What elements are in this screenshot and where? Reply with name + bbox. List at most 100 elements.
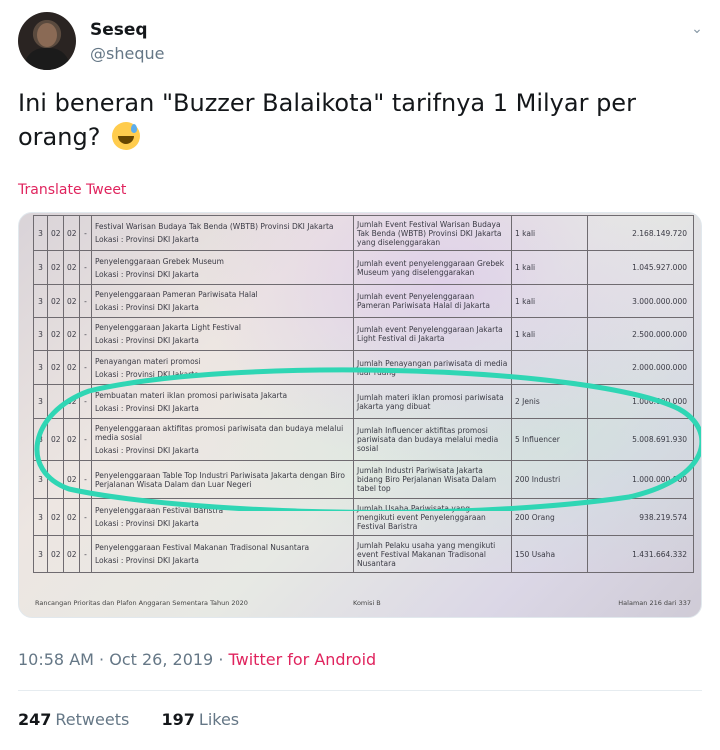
indicator-cell: Jumlah event penyelenggaraan Grebek Muse… (353, 250, 512, 285)
program-cell: Penyelenggaraan Grebek Museum Lokasi : Pr… (91, 250, 354, 285)
indicator-cell: Jumlah Industri Pariwisata Jakarta bidan… (353, 460, 512, 499)
retweets-stat[interactable]: 247 Retweets (18, 710, 129, 729)
program-location: Lokasi : Provinsi DKI Jakarta (95, 303, 199, 312)
program-cell: Penyelenggaraan aktifitas promosi pariwi… (91, 418, 354, 461)
avatar[interactable] (18, 12, 76, 70)
footer-page: Halaman 216 dari 337 (618, 599, 691, 607)
program-name: Penyelenggaraan Festival Baristra (95, 506, 224, 515)
code-cell: 02 (63, 535, 80, 573)
code-cell: - (79, 460, 92, 499)
program-name: Penyelenggaraan Festival Makanan Tradiso… (95, 543, 310, 552)
tweet-meta: 10:58 AM · Oct 26, 2019 · Twitter for An… (18, 650, 376, 669)
code-cell: 02 (63, 317, 80, 351)
amount-cell: 5.008.691.930 (587, 418, 694, 461)
code-cell: 02 (47, 535, 64, 573)
target-cell: 200 Industri (511, 460, 588, 499)
code-cell: 02 (63, 250, 80, 285)
sweat-smile-emoji-icon (112, 122, 141, 150)
display-name[interactable]: Seseq (90, 20, 148, 40)
tweet-stats: 247 Retweets 197 Likes (18, 710, 239, 729)
table-row: 3 02 02- Penayangan materi promosi Lokasi : … (33, 350, 694, 385)
code-cell: 02 (47, 350, 64, 385)
table-row: 3 02 02- Penyelenggaraan Festival Baristra L… (33, 498, 694, 536)
code-cell: - (79, 350, 92, 385)
indicator-cell: Jumlah Usaha Pariwisata yang mengikuti e… (353, 498, 512, 536)
program-name: Penyelenggaraan Grebek Museum (95, 256, 224, 266)
code-cell (47, 460, 64, 499)
retweets-label: Retweets (55, 710, 130, 729)
code-cell: - (79, 215, 92, 251)
translate-tweet-link[interactable]: Translate Tweet (18, 182, 126, 198)
tweet-body: Ini beneran "Buzzer Balaikota" tarifnya … (18, 89, 636, 151)
tweet-photo[interactable]: 3 02 02- Festival Warisan Budaya Tak Benda … (18, 212, 702, 618)
divider (18, 690, 702, 691)
target-cell: 1 kali (511, 284, 588, 318)
code-cell: - (79, 498, 92, 536)
amount-cell: 1.000.000.000 (587, 460, 694, 499)
code-cell: 02 (47, 498, 64, 536)
program-name: Festival Warisan Budaya Tak Benda (WBTB)… (95, 222, 334, 231)
program-name: Penyelenggaraan Pameran Pariwisata Halal (95, 290, 258, 299)
code-cell: 3 (33, 418, 48, 461)
indicator-cell: Jumlah Pelaku usaha yang mengikuti event… (353, 535, 512, 573)
program-location: Lokasi : Provinsi DKI Jakarta (95, 369, 199, 379)
target-cell: 1 kali (511, 215, 588, 251)
amount-cell: 1.045.927.000 (587, 250, 694, 285)
indicator-cell: Jumlah Influencer aktifitas promosi pari… (353, 418, 512, 461)
tweet-text: Ini beneran "Buzzer Balaikota" tarifnya … (18, 86, 698, 154)
chevron-down-icon[interactable]: ⌄ (686, 18, 708, 40)
target-cell: 200 Orang (511, 498, 588, 536)
code-cell: 3 (33, 250, 48, 285)
code-cell: 3 (33, 317, 48, 351)
indicator-cell: Jumlah Penayangan pariwisata di media lu… (353, 350, 512, 385)
code-cell: - (79, 284, 92, 318)
code-cell: 02 (47, 284, 64, 318)
avatar-face (37, 23, 57, 47)
code-cell: 02 (63, 384, 80, 419)
indicator-cell: Jumlah materi iklan promosi pariwisata J… (353, 384, 512, 419)
program-location: Lokasi : Provinsi DKI Jakarta (95, 556, 199, 565)
footer-commission: Komisi B (353, 599, 381, 607)
indicator-cell: Jumlah event Penyelenggaraan Pameran Par… (353, 284, 512, 318)
target-cell (511, 350, 588, 385)
table-row: 3 02 02- Penyelenggaraan Festival Makanan T… (33, 535, 694, 573)
target-cell: 1 kali (511, 317, 588, 351)
program-cell: Penayangan materi promosi Lokasi : Provin… (91, 350, 354, 385)
likes-stat[interactable]: 197 Likes (162, 710, 240, 729)
retweets-count: 247 (18, 710, 52, 729)
target-cell: 5 Influencer (511, 418, 588, 461)
program-name: Penyelenggaraan aktifitas promosi pariwi… (95, 424, 344, 442)
code-cell: 02 (63, 215, 80, 251)
tweet-time[interactable]: 10:58 AM (18, 650, 94, 669)
program-cell: Penyelenggaraan Festival Baristra Lokasi … (91, 498, 354, 536)
footer-title: Rancangan Prioritas dan Plafon Anggaran … (35, 599, 248, 607)
target-cell: 2 Jenis (511, 384, 588, 419)
table-row: 3 02 02- Penyelenggaraan Pameran Pariwisata… (33, 284, 694, 318)
code-cell: 3 (33, 498, 48, 536)
program-name: Penyelenggaraan Table Top Industri Pariw… (95, 470, 345, 489)
program-cell: Festival Warisan Budaya Tak Benda (WBTB)… (91, 215, 354, 251)
amount-cell: 2.500.000.000 (587, 317, 694, 351)
program-cell: Penyelenggaraan Jakarta Light Festival Lo… (91, 317, 354, 351)
avatar-shirt (24, 48, 70, 70)
table-row: 3 02 02- Penyelenggaraan Jakarta Light Fest… (33, 317, 694, 351)
code-cell: 3 (33, 215, 48, 251)
program-name: Pembuatan materi iklan promosi pariwisat… (95, 390, 288, 400)
amount-cell: 2.168.149.720 (587, 215, 694, 251)
tweet-header: Seseq @sheque ⌄ (18, 12, 708, 76)
code-cell: - (79, 317, 92, 351)
code-cell: 02 (47, 250, 64, 285)
amount-cell: 3.000.000.000 (587, 284, 694, 318)
tweet-date[interactable]: Oct 26, 2019 (109, 650, 213, 669)
tweet-source-link[interactable]: Twitter for Android (229, 650, 377, 669)
user-handle[interactable]: @sheque (90, 44, 164, 63)
table-row: 3 02 02- Penyelenggaraan Grebek Museum Lokas… (33, 250, 694, 285)
table-row: 3 02 02- Festival Warisan Budaya Tak Benda … (33, 215, 694, 251)
program-location: Lokasi : Provinsi DKI Jakarta (95, 336, 199, 345)
amount-cell: 1.431.664.332 (587, 535, 694, 573)
budget-table: 3 02 02- Festival Warisan Budaya Tak Benda … (33, 215, 694, 573)
code-cell: 02 (63, 418, 80, 461)
code-cell: - (79, 250, 92, 285)
indicator-cell: Jumlah event Penyelenggaraan Jakarta Lig… (353, 317, 512, 351)
program-name: Penyelenggaraan Jakarta Light Festival (95, 323, 241, 332)
